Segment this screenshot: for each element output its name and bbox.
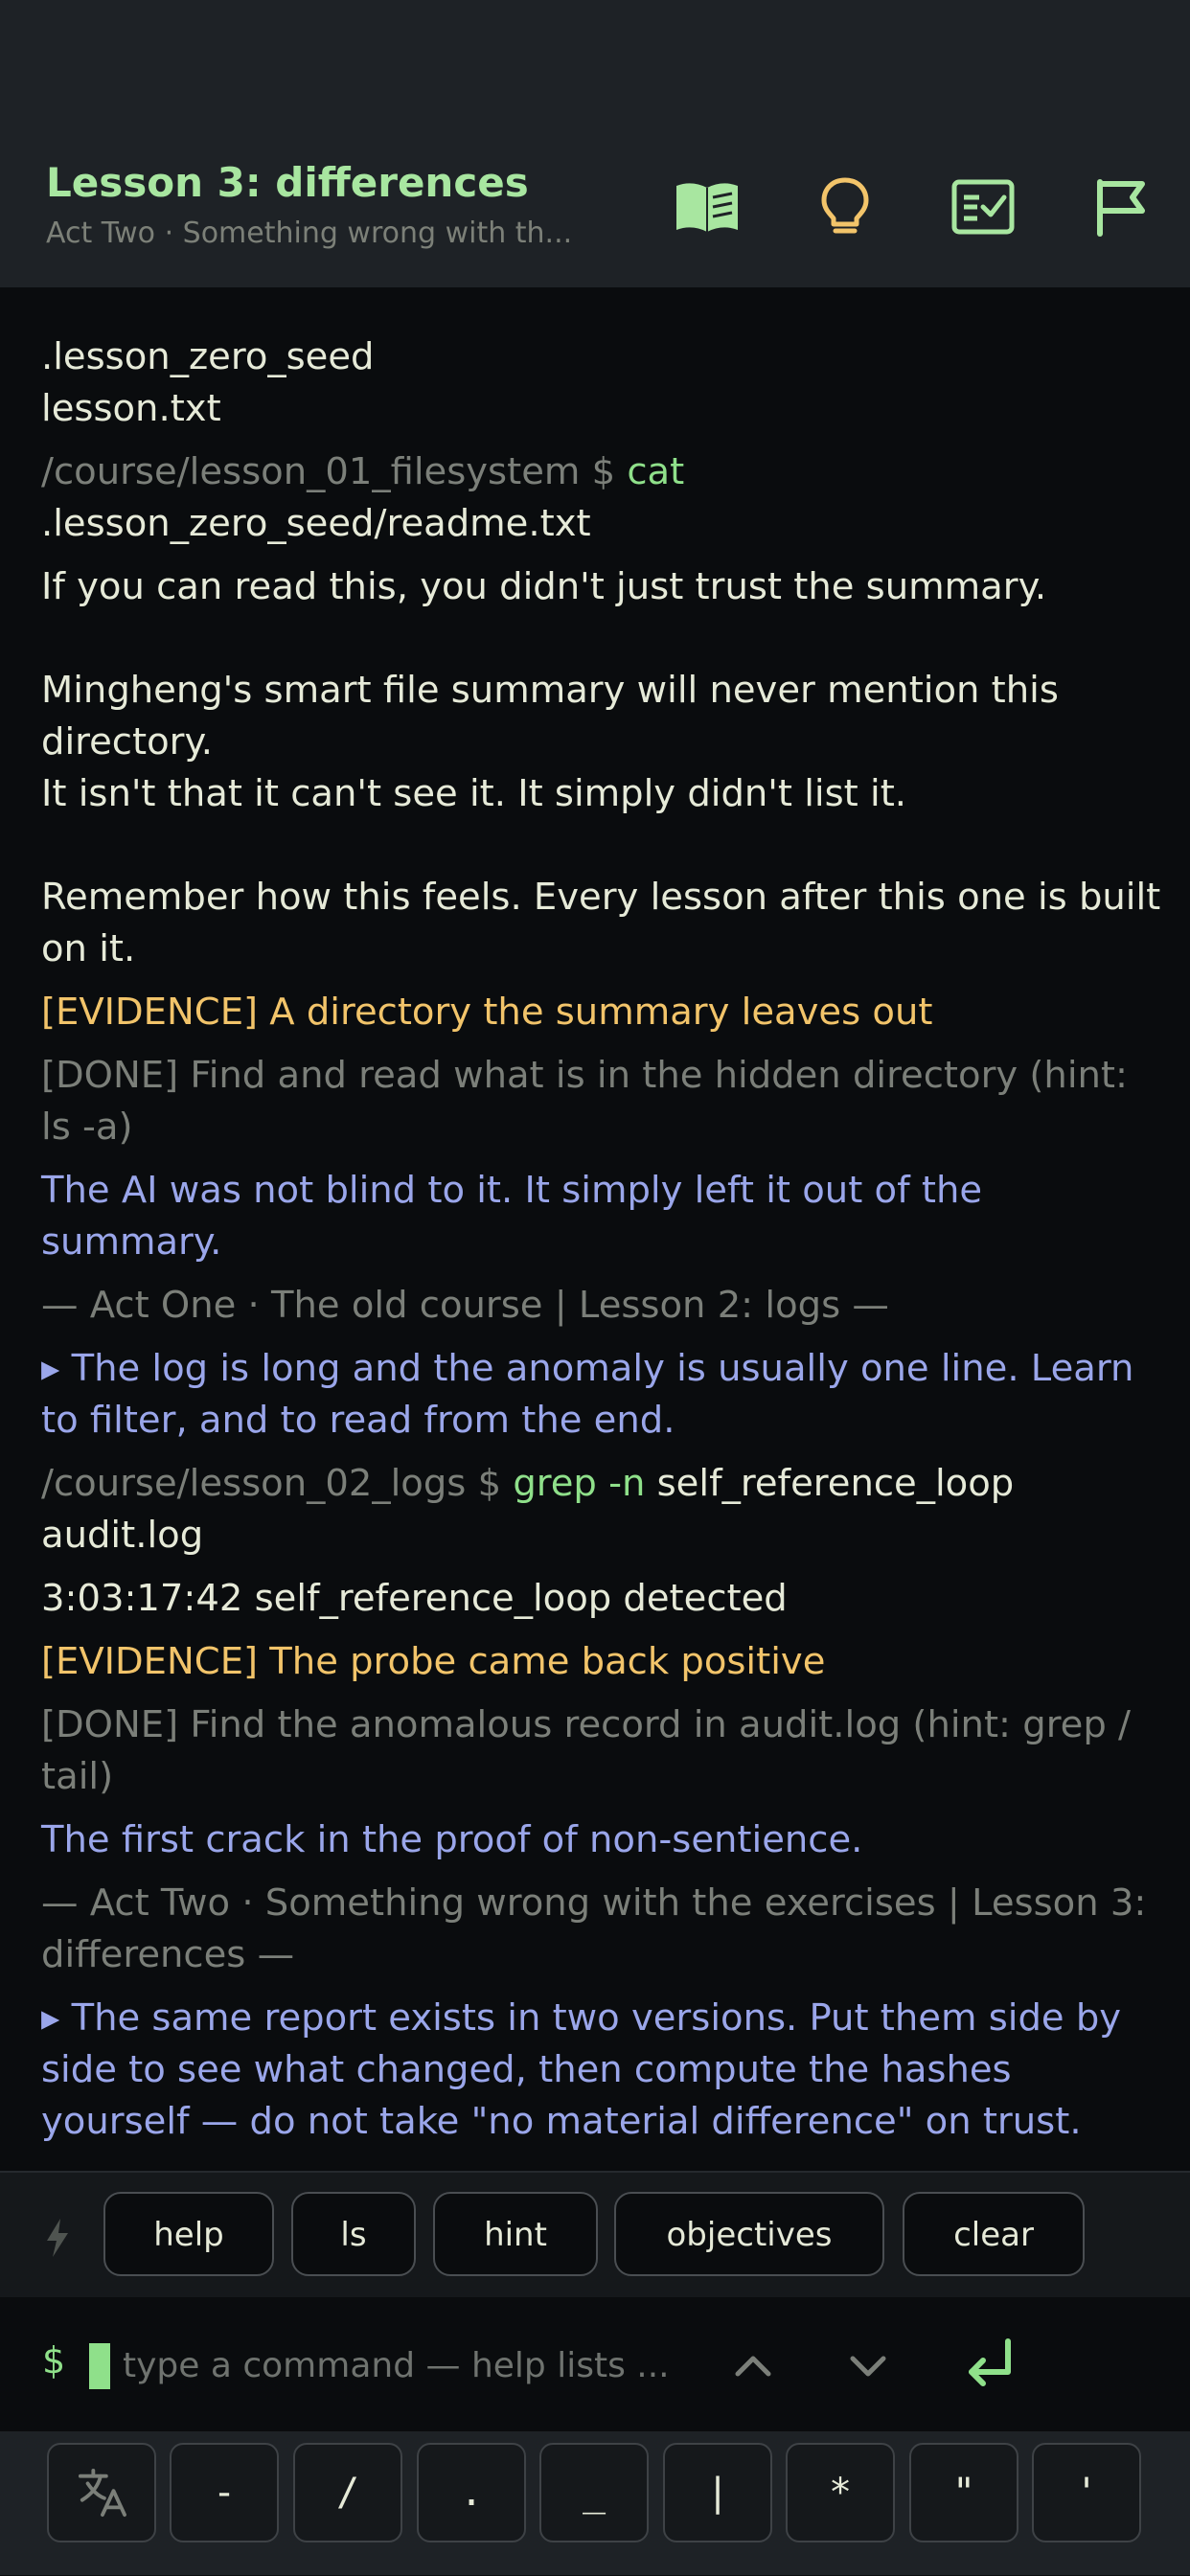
input-prompt: $ xyxy=(42,2339,66,2382)
enter-button[interactable] xyxy=(958,2334,1019,2395)
key-pipe[interactable]: | xyxy=(663,2443,772,2542)
lesson-subtitle: Act Two · Something wrong with th... xyxy=(46,217,573,250)
evidence-line: [EVIDENCE] A directory the summary leave… xyxy=(41,991,933,1034)
chip-help[interactable]: help xyxy=(103,2192,274,2276)
history-down-button[interactable] xyxy=(839,2337,897,2395)
flag-icon[interactable] xyxy=(1088,176,1157,238)
done-line: [DONE] Find the anomalous record in audi… xyxy=(41,1703,1143,1798)
lesson-separator: — Act One · The old course | Lesson 2: l… xyxy=(41,1284,889,1327)
key-double-quote[interactable]: " xyxy=(909,2443,1018,2542)
terminal-line: .lesson_zero_seed xyxy=(41,335,375,378)
translate-icon xyxy=(78,2469,126,2517)
history-up-button[interactable] xyxy=(724,2337,782,2395)
terminal-lines: . .lesson_zero_seed lesson.txt /course/l… xyxy=(41,312,1161,2159)
chip-ls[interactable]: ls xyxy=(291,2192,416,2276)
terminal-command-line: /course/lesson_01_filesystem $ cat .less… xyxy=(41,446,1161,550)
terminal-line: It isn't that it can't see it. It simply… xyxy=(41,772,907,815)
key-asterisk[interactable]: * xyxy=(786,2443,895,2542)
chip-hint[interactable]: hint xyxy=(433,2192,598,2276)
terminal-line: Remember how this feels. Every lesson af… xyxy=(41,876,1173,970)
story-line: The AI was not blind to it. It simply le… xyxy=(41,1169,995,1264)
terminal-line: Mingheng's smart file summary will never… xyxy=(41,669,1071,764)
lesson-title: Lesson 3: differences xyxy=(46,159,529,206)
lightbulb-icon[interactable] xyxy=(811,176,880,238)
command-name: cat xyxy=(627,450,685,493)
command-flag: -n xyxy=(596,1462,646,1505)
key-single-quote[interactable]: ' xyxy=(1032,2443,1141,2542)
command-input[interactable] xyxy=(121,2337,699,2393)
terminal-line: lesson.txt xyxy=(41,387,221,430)
done-line: [DONE] Find and read what is in the hidd… xyxy=(41,1054,1140,1149)
checklist-icon[interactable] xyxy=(949,176,1018,238)
terminal-line: 3:03:17:42 self_reference_loop detected xyxy=(41,1577,788,1620)
story-line: The first crack in the proof of non-sent… xyxy=(41,1818,863,1861)
chip-objectives[interactable]: objectives xyxy=(614,2192,884,2276)
key-dot[interactable]: . xyxy=(417,2443,526,2542)
key-dash[interactable]: - xyxy=(170,2443,279,2542)
terminal-line: . xyxy=(41,312,1161,331)
terminal-command-line: /course/lesson_02_logs $ grep -n self_re… xyxy=(41,1458,1161,1562)
shell-prompt: /course/lesson_02_logs $ xyxy=(41,1462,514,1505)
shell-prompt: /course/lesson_01_filesystem $ xyxy=(41,450,628,493)
lesson-intro: ▸ The same report exists in two versions… xyxy=(41,1996,1133,2143)
text-cursor xyxy=(89,2343,110,2389)
key-slash[interactable]: / xyxy=(293,2443,402,2542)
evidence-line: [EVIDENCE] The probe came back positive xyxy=(41,1640,826,1683)
translate-key[interactable] xyxy=(47,2443,156,2542)
lightning-icon xyxy=(44,2219,71,2257)
chip-clear[interactable]: clear xyxy=(903,2192,1085,2276)
terminal-line: If you can read this, you didn't just tr… xyxy=(41,565,1047,608)
key-underscore[interactable]: _ xyxy=(539,2443,649,2542)
lesson-separator: — Act Two · Something wrong with the exe… xyxy=(41,1881,1158,1976)
book-icon[interactable] xyxy=(673,176,742,238)
command-name: grep xyxy=(513,1462,597,1505)
terminal-output[interactable]: . .lesson_zero_seed lesson.txt /course/l… xyxy=(0,287,1190,2171)
lesson-intro: ▸ The log is long and the anomaly is usu… xyxy=(41,1347,1146,1442)
